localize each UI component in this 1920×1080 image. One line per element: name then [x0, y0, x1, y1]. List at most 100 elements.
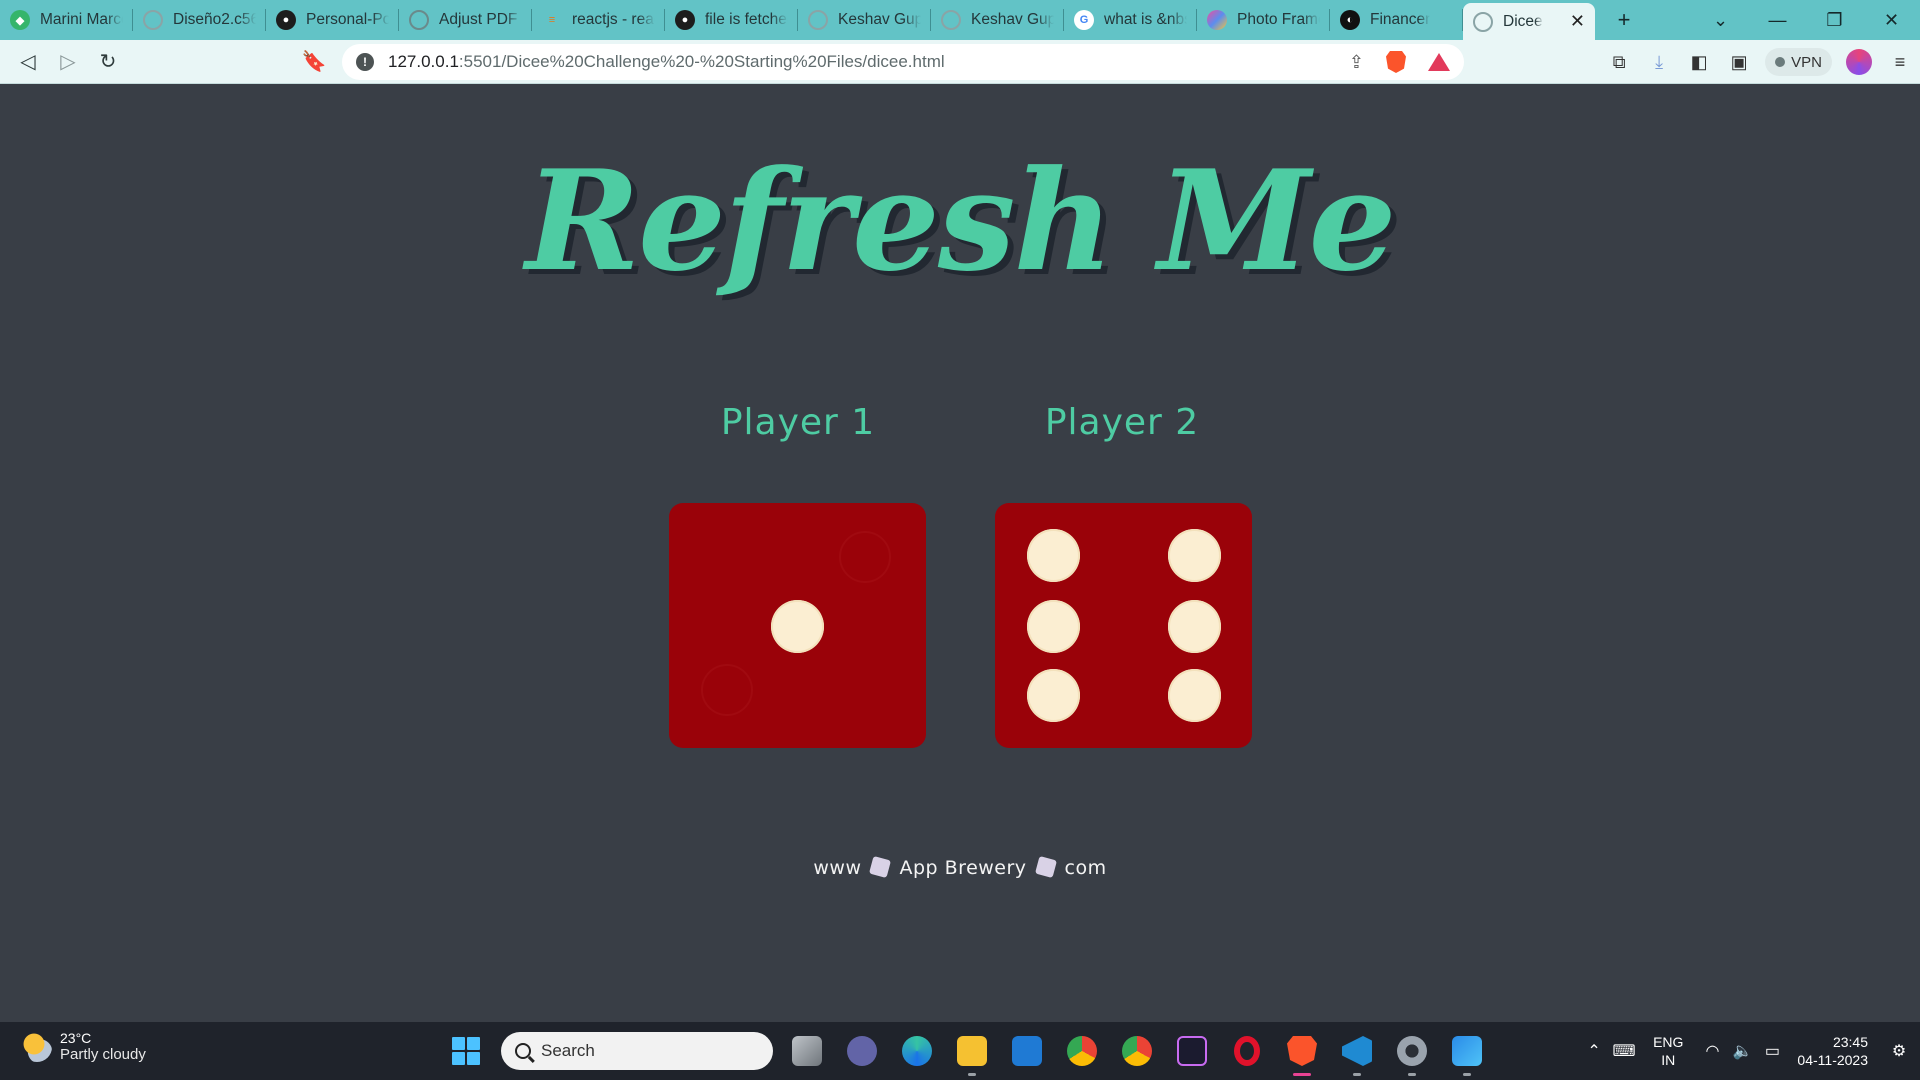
tab-title: Dicee: [1503, 12, 1543, 30]
clock[interactable]: 23:45 04-11-2023: [1797, 1033, 1868, 1069]
back-icon[interactable]: ◁: [8, 42, 48, 82]
battery-icon[interactable]: ▭: [1757, 1041, 1787, 1061]
url-host: 127.0.0.1: [388, 52, 459, 71]
tab-title: what is &nbs: [1104, 11, 1187, 28]
opera-icon[interactable]: [1226, 1030, 1268, 1072]
page-footer: www App Brewery com: [0, 855, 1920, 879]
tab-photo-frame[interactable]: Photo Frame: [1197, 0, 1330, 40]
bookmark-icon[interactable]: 🔖: [294, 42, 334, 82]
start-button[interactable]: [444, 1029, 488, 1073]
brave-browser-icon[interactable]: [1281, 1030, 1323, 1076]
edge-icon[interactable]: [896, 1030, 938, 1072]
tab-personal-portfolio[interactable]: ● Personal-Por: [266, 0, 399, 40]
player-1-die: [669, 503, 926, 748]
url-text[interactable]: 127.0.0.1:5501/Dicee%20Challenge%20-%20S…: [388, 52, 945, 72]
tab-keshav-1[interactable]: Keshav Gupt: [798, 0, 931, 40]
player-2-die: [995, 503, 1252, 748]
weather-widget[interactable]: 23°C Partly cloudy: [22, 1030, 146, 1063]
stackoverflow-icon: ≡: [548, 14, 556, 26]
footer-app-brewery: App Brewery: [899, 857, 1027, 879]
codepen-dots-icon: ◆: [10, 10, 30, 30]
windows-taskbar: 23°C Partly cloudy Search ⌃ ⌨ ENG IN ◠ 🔈…: [0, 1022, 1920, 1080]
chrome-icon[interactable]: [1116, 1030, 1158, 1072]
wifi-icon[interactable]: ◠: [1697, 1041, 1727, 1061]
tab-file-fetched[interactable]: ● file is fetchec: [665, 0, 798, 40]
die-pip: [1168, 529, 1221, 582]
snipping-tool-icon[interactable]: [1446, 1030, 1488, 1076]
weather-desc: Partly cloudy: [60, 1046, 146, 1063]
vpn-status-icon: [1775, 57, 1786, 67]
vpn-button[interactable]: VPN: [1765, 48, 1832, 76]
show-hidden-icons-chevron-icon[interactable]: ⌃: [1579, 1041, 1609, 1061]
wallet-icon[interactable]: ▣: [1719, 42, 1759, 82]
clock-time: 23:45: [1832, 1034, 1868, 1050]
volume-icon[interactable]: 🔈: [1727, 1041, 1757, 1061]
settings-icon[interactable]: [1391, 1030, 1433, 1076]
tab-keshav-2[interactable]: Keshav Gupt: [931, 0, 1064, 40]
footer-www: www: [813, 857, 862, 879]
tab-reactjs[interactable]: ≡ reactjs - reac: [532, 0, 665, 40]
restore-icon[interactable]: ❐: [1806, 0, 1863, 40]
die-pip: [1027, 529, 1080, 582]
globe-icon: [941, 10, 961, 30]
notification-icon[interactable]: ⚙: [1884, 1041, 1914, 1061]
tab-dicee-active[interactable]: Dicee ✕: [1463, 3, 1595, 40]
faint-pip-mark: [839, 531, 891, 583]
tab-marini-marco[interactable]: ◆ Marini Marco: [0, 0, 133, 40]
die-pip: [1168, 600, 1221, 653]
forward-icon[interactable]: ▷: [48, 42, 88, 82]
die-pip: [1027, 669, 1080, 722]
clock-date: 04-11-2023: [1797, 1052, 1868, 1068]
language-indicator[interactable]: ENG IN: [1653, 1033, 1683, 1069]
downloads-icon[interactable]: ⤓: [1639, 42, 1679, 82]
tab-financer[interactable]: ◐ Financer: [1330, 0, 1463, 40]
tab-title: reactjs - reac: [572, 11, 655, 28]
site-info-icon[interactable]: !: [356, 53, 374, 71]
brave-shields-icon[interactable]: [1386, 51, 1406, 73]
teams-chat-icon[interactable]: [841, 1030, 883, 1072]
share-icon[interactable]: ⇪: [1349, 52, 1364, 73]
tab-adjust-pdf[interactable]: Adjust PDF S: [399, 0, 532, 40]
tab-title: Financer: [1370, 11, 1431, 28]
brave-rewards-icon[interactable]: [1428, 53, 1450, 71]
github-icon: ●: [276, 10, 296, 30]
vscode-icon[interactable]: [1336, 1030, 1378, 1076]
page-title: Refresh Me: [525, 139, 1397, 302]
financer-icon: ◐: [1340, 10, 1360, 30]
lang-region: IN: [1661, 1052, 1676, 1068]
minimize-icon[interactable]: —: [1749, 0, 1806, 40]
keyboard-icon[interactable]: ⌨: [1609, 1041, 1639, 1061]
close-tab-icon[interactable]: ✕: [1570, 11, 1585, 32]
globe-icon: [143, 10, 163, 30]
google-icon: G: [1074, 10, 1094, 30]
tab-diseno[interactable]: Diseño2.c56f: [133, 0, 266, 40]
mail-icon[interactable]: [1006, 1030, 1048, 1072]
task-view-icon[interactable]: [786, 1030, 828, 1072]
chrome-profile-icon[interactable]: [1061, 1030, 1103, 1072]
sidebar-icon[interactable]: ◧: [1679, 42, 1719, 82]
tab-title: Marini Marco: [40, 11, 123, 28]
new-tab-button[interactable]: +: [1601, 0, 1647, 40]
extensions-icon[interactable]: ⧉: [1599, 42, 1639, 82]
player-1-label: Player 1: [720, 402, 876, 443]
file-explorer-icon[interactable]: [951, 1030, 993, 1076]
die-pip: [1168, 669, 1221, 722]
address-bar[interactable]: ! 127.0.0.1:5501/Dicee%20Challenge%20-%2…: [342, 44, 1464, 80]
browser-toolbar: ◁ ▷ ↻ 🔖 ! 127.0.0.1:5501/Dicee%20Challen…: [0, 40, 1920, 84]
tab-title: Adjust PDF S: [439, 11, 522, 28]
search-placeholder: Search: [541, 1041, 595, 1060]
terminal-icon[interactable]: [1171, 1030, 1213, 1072]
menu-icon[interactable]: ≡: [1880, 42, 1920, 82]
tab-search-chevron-icon[interactable]: ⌄: [1692, 0, 1749, 40]
vpn-label: VPN: [1791, 53, 1822, 71]
lang-code: ENG: [1653, 1034, 1684, 1050]
tab-what-is-nbsp[interactable]: G what is &nbs: [1064, 0, 1197, 40]
die-pip: [771, 600, 824, 653]
profile-avatar[interactable]: [1846, 49, 1872, 75]
tab-title: Keshav Gupt: [971, 11, 1054, 28]
dice-icon: [869, 855, 892, 879]
reload-icon[interactable]: ↻: [88, 42, 128, 82]
taskbar-search[interactable]: Search: [501, 1032, 773, 1070]
close-window-icon[interactable]: ✕: [1863, 0, 1920, 40]
tab-title: Keshav Gupt: [838, 11, 921, 28]
